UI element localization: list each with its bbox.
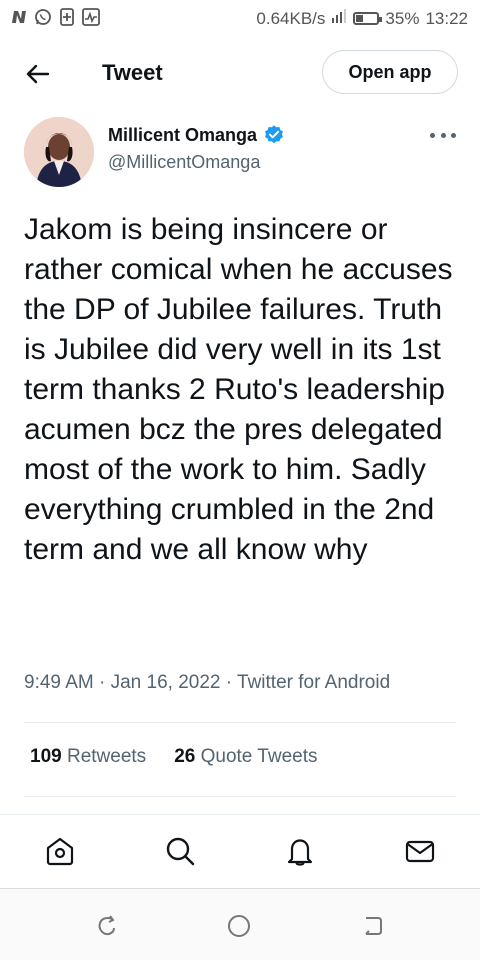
notifications-icon[interactable] [282, 833, 318, 869]
battery-percent: 35% [385, 8, 420, 28]
retweets-label: Retweets [66, 746, 147, 767]
android-nav-bar [0, 888, 480, 960]
verified-badge-icon [265, 125, 284, 144]
signal-icon [331, 8, 347, 29]
system-status: 0.64KB/s 35% 13:22 [256, 8, 468, 29]
more-horizontal-icon[interactable] [430, 128, 456, 142]
activity-icon [82, 8, 100, 26]
sim-icon [58, 8, 76, 26]
author-display-name[interactable]: Millicent Omanga [108, 125, 257, 146]
status-bar: 0.64KB/s 35% 13:22 [0, 0, 480, 36]
clock: 13:22 [425, 8, 468, 28]
recents-icon[interactable] [94, 913, 120, 939]
home-circle-icon[interactable] [226, 913, 252, 939]
retweets-count: 109 [30, 746, 62, 767]
avatar[interactable] [24, 117, 94, 187]
notification-icons [10, 8, 100, 26]
divider [24, 722, 456, 723]
quotes-label: Quote Tweets [200, 746, 318, 767]
whatsapp-icon [34, 8, 52, 26]
divider [24, 796, 456, 797]
back-icon[interactable] [360, 913, 386, 939]
search-icon[interactable] [162, 833, 198, 869]
n-icon [10, 8, 28, 26]
quote-tweets-stat[interactable]: 26 Quote Tweets [174, 746, 317, 768]
battery-icon [353, 12, 383, 25]
home-icon[interactable] [42, 833, 78, 869]
retweets-stat[interactable]: 109 Retweets [30, 746, 146, 768]
author-handle[interactable]: @MillicentOmanga [108, 152, 260, 173]
top-app-bar: Tweet Open app [0, 44, 480, 104]
open-app-button[interactable]: Open app [322, 50, 458, 94]
page-title: Tweet [102, 60, 163, 85]
network-speed: 0.64KB/s [256, 8, 326, 28]
arrow-left-icon[interactable] [20, 58, 56, 90]
quotes-count: 26 [174, 746, 196, 767]
tweet-timestamp[interactable]: 9:49 AM · Jan 16, 2022 · Twitter for And… [24, 672, 390, 694]
tweet-text: Jakom is being insincere or rather comic… [24, 213, 453, 566]
author-name[interactable]: Millicent Omanga [108, 124, 285, 146]
tweet-stats: 109 Retweets 26 Quote Tweets [30, 746, 318, 768]
bottom-tab-bar [0, 814, 480, 888]
messages-icon[interactable] [402, 833, 438, 869]
